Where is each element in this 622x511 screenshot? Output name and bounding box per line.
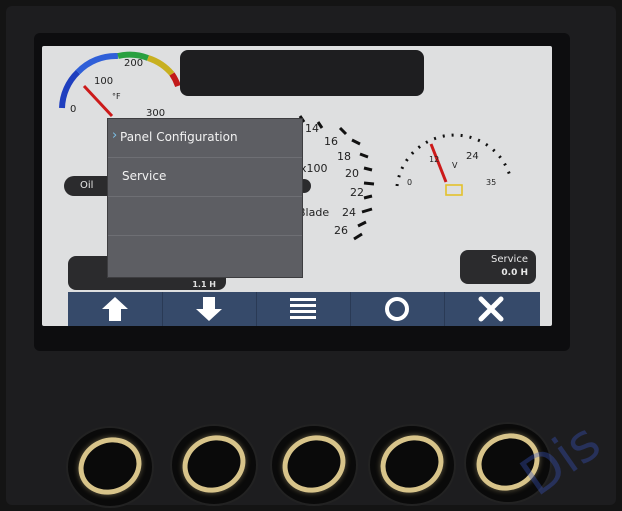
tach-tick-14: 14: [305, 122, 319, 135]
options-menu: › Panel Configuration Service: [107, 118, 303, 278]
softkey-up[interactable]: [68, 292, 163, 326]
softkey-down[interactable]: [162, 292, 257, 326]
tach-tick-26: 26: [334, 224, 348, 237]
circle-icon: [385, 297, 409, 321]
softkey-menu[interactable]: [256, 292, 351, 326]
button-ring: [69, 428, 151, 504]
service-hours-value: 0.0 H: [501, 268, 528, 278]
temperature-gauge: [59, 51, 181, 118]
button-ring: [273, 426, 355, 502]
menu-item-label: Service: [122, 169, 167, 183]
arrow-up-icon: [102, 297, 128, 321]
arrow-down-icon: [196, 297, 222, 321]
temp-unit: °F: [112, 92, 121, 101]
tach-multiplier: x100: [300, 162, 328, 175]
softkey-select[interactable]: [350, 292, 445, 326]
hour-meter-value: 1.1 H: [192, 280, 216, 289]
tach-tick-18: 18: [337, 150, 351, 163]
button-ring: [371, 426, 453, 502]
tach-tick-22: 22: [350, 186, 364, 199]
temp-tick-0: 0: [70, 104, 77, 115]
chevron-right-icon: ›: [112, 128, 118, 143]
menu-item-empty[interactable]: [108, 236, 302, 274]
volt-tick-0: 0: [407, 178, 413, 187]
button-ring: [173, 426, 255, 502]
softkey-bar: [68, 292, 540, 326]
volt-tick-35: 35: [486, 178, 497, 187]
temp-tick-200: 200: [124, 58, 144, 69]
temp-tick-100: 100: [94, 76, 114, 87]
hardware-button-4[interactable]: [368, 424, 456, 506]
volt-tick-24: 24: [466, 151, 479, 162]
softkey-close[interactable]: [444, 292, 538, 326]
tach-tick-16: 16: [324, 135, 338, 148]
hardware-button-3[interactable]: [270, 424, 358, 506]
temperature-needle: [82, 84, 114, 118]
service-title: Service: [491, 254, 528, 265]
menu-item-panel-configuration[interactable]: › Panel Configuration: [108, 119, 302, 158]
tach-tick-20: 20: [345, 167, 359, 180]
volt-tick-12: 12: [429, 155, 440, 164]
display-screen: 0 100 °F 200 300 14 16 18 x100 20 22 Bla…: [42, 46, 552, 326]
menu-item-empty[interactable]: [108, 197, 302, 236]
menu-item-label: Panel Configuration: [120, 130, 238, 144]
service-indicator: Service 0.0 H: [460, 250, 536, 284]
hardware-button-2[interactable]: [170, 424, 258, 506]
hardware-button-1[interactable]: [66, 426, 154, 508]
top-status-bar: [180, 50, 424, 96]
tach-tick-24: 24: [342, 206, 356, 219]
menu-item-service[interactable]: Service: [108, 158, 302, 197]
volt-unit: V: [452, 161, 458, 170]
close-x-icon: [478, 296, 504, 322]
menu-lines-icon: [290, 298, 316, 319]
battery-icon: [445, 184, 463, 196]
